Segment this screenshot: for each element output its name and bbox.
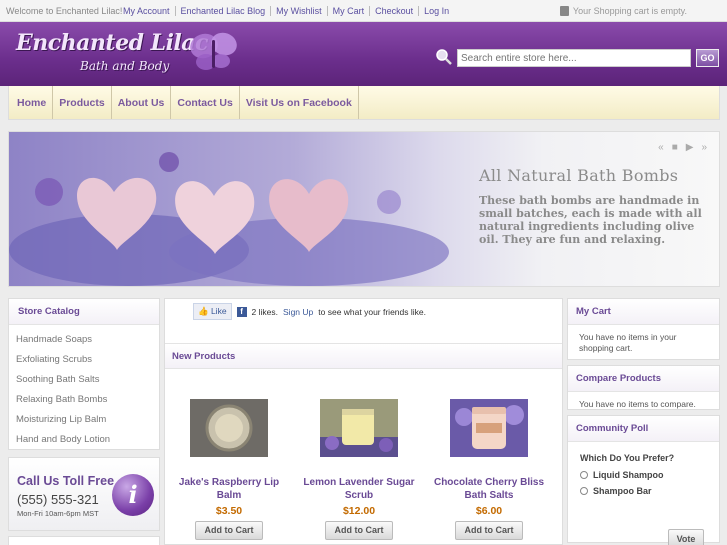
poll-question: Which Do You Prefer?: [580, 453, 675, 463]
lip-balm-image[interactable]: [190, 399, 268, 457]
left-sidebar-box: [8, 536, 160, 545]
site-header: Enchanted Lilac Bath and Body GO: [0, 22, 727, 86]
nav-about-us[interactable]: About Us: [112, 86, 172, 119]
product-card: Chocolate Cherry Bliss Bath Salts $6.00 …: [429, 399, 549, 540]
facebook-suffix: to see what your friends like.: [318, 306, 426, 317]
left-sidebar: Store Catalog Handmade Soaps Exfoliating…: [8, 298, 160, 545]
product-card: Lemon Lavender Sugar Scrub $12.00 Add to…: [299, 399, 419, 540]
nav-contact-us[interactable]: Contact Us: [171, 86, 240, 119]
top-links: My Account Enchanted Lilac Blog My Wishl…: [123, 6, 454, 16]
search-icon: [436, 49, 452, 65]
blog-link[interactable]: Enchanted Lilac Blog: [174, 6, 271, 16]
poll-radio[interactable]: [580, 471, 588, 479]
nav-products[interactable]: Products: [53, 86, 112, 119]
product-card: Jake's Raspberry Lip Balm $3.50 Add to C…: [169, 399, 289, 540]
login-link[interactable]: Log In: [418, 6, 454, 16]
toll-free-heading: Call Us Toll Free: [17, 474, 115, 488]
compare-title: Compare Products: [568, 366, 719, 392]
catalog-item-scrubs[interactable]: Exfoliating Scrubs: [9, 350, 159, 370]
info-icon: i: [112, 474, 154, 516]
my-cart-text: You have no items in your shopping cart.: [579, 332, 677, 353]
facebook-signup-link[interactable]: Sign Up: [283, 307, 313, 317]
poll-option-label: Liquid Shampoo: [593, 470, 664, 480]
hero-banner[interactable]: All Natural Bath Bombs These bath bombs …: [8, 131, 720, 287]
poll-radio[interactable]: [580, 487, 588, 495]
toll-free-box: Call Us Toll Free (555) 555-321 Mon-Fri …: [8, 457, 160, 531]
toll-free-hours: Mon-Fri 10am-6pm MST: [17, 509, 99, 518]
site-logo[interactable]: Enchanted Lilac Bath and Body: [10, 26, 240, 82]
my-cart-link[interactable]: My Cart: [326, 6, 370, 16]
product-price: $3.50: [215, 505, 243, 517]
my-cart-title: My Cart: [568, 299, 719, 325]
product-name[interactable]: Chocolate Cherry Bliss Bath Salts: [429, 476, 549, 502]
poll-option-label: Shampoo Bar: [593, 486, 652, 496]
compare-text: You have no items to compare.: [579, 399, 696, 409]
catalog-item-lip-balm[interactable]: Moisturizing Lip Balm: [9, 410, 159, 430]
banner-title: All Natural Bath Bombs: [479, 166, 679, 185]
prev-slide-icon[interactable]: «: [658, 142, 664, 153]
add-to-cart-button[interactable]: Add to Cart: [195, 521, 263, 540]
facebook-like-bar: 👍 Like f 2 likes. Sign Up to see what yo…: [193, 303, 426, 320]
logo-subtitle: Bath and Body: [80, 59, 170, 73]
wishlist-link[interactable]: My Wishlist: [270, 6, 327, 16]
poll-option[interactable]: Shampoo Bar: [580, 486, 652, 496]
catalog-item-soaps[interactable]: Handmade Soaps: [9, 330, 159, 350]
add-to-cart-button[interactable]: Add to Cart: [325, 521, 393, 540]
product-name[interactable]: Jake's Raspberry Lip Balm: [169, 476, 289, 502]
my-account-link[interactable]: My Account: [123, 6, 175, 16]
logo-title: Enchanted Lilac: [16, 30, 208, 56]
compare-box: Compare Products You have no items to co…: [567, 365, 720, 410]
poll-option[interactable]: Liquid Shampoo: [580, 470, 664, 480]
nav-facebook[interactable]: Visit Us on Facebook: [240, 86, 359, 119]
catalog-item-bath-bombs[interactable]: Relaxing Bath Bombs: [9, 390, 159, 410]
next-slide-icon[interactable]: »: [701, 142, 707, 153]
search-go-button[interactable]: GO: [696, 49, 719, 67]
vote-button[interactable]: Vote: [668, 529, 704, 545]
add-to-cart-button[interactable]: Add to Cart: [455, 521, 523, 540]
new-products-title: New Products: [165, 343, 562, 369]
nav-home[interactable]: Home: [11, 86, 54, 119]
store-catalog: Store Catalog Handmade Soaps Exfoliating…: [8, 298, 160, 450]
community-poll: Community Poll Which Do You Prefer? Liqu…: [567, 415, 720, 545]
banner-text: These bath bombs are handmade in small b…: [479, 194, 702, 246]
stop-slide-icon[interactable]: ■: [672, 142, 678, 153]
product-name[interactable]: Lemon Lavender Sugar Scrub: [299, 476, 419, 502]
product-price: $6.00: [475, 505, 503, 517]
bath-bombs-image: [9, 152, 449, 286]
facebook-like-label: Like: [210, 306, 227, 316]
top-bar: Welcome to Enchanted Lilac! My Account E…: [0, 0, 727, 22]
catalog-item-bath-salts[interactable]: Soothing Bath Salts: [9, 370, 159, 390]
butterfly-icon: [190, 32, 237, 70]
right-sidebar: My Cart You have no items in your shoppi…: [567, 298, 720, 545]
slider-controls: « ■ ▶ »: [658, 142, 707, 153]
play-slide-icon[interactable]: ▶: [686, 142, 694, 153]
product-price: $12.00: [342, 505, 376, 517]
welcome-message: Welcome to Enchanted Lilac!: [6, 6, 123, 16]
store-catalog-title: Store Catalog: [9, 299, 159, 325]
bath-salts-image[interactable]: [450, 399, 528, 457]
toll-free-number: (555) 555-321: [17, 492, 99, 507]
facebook-likes-count: 2 likes.: [251, 306, 279, 317]
sugar-scrub-image[interactable]: [320, 399, 398, 457]
catalog-item-lotion[interactable]: Hand and Body Lotion: [9, 430, 159, 450]
my-cart-box: My Cart You have no items in your shoppi…: [567, 298, 720, 360]
main-content: 👍 Like f 2 likes. Sign Up to see what yo…: [164, 298, 563, 545]
checkout-link[interactable]: Checkout: [369, 6, 418, 16]
poll-title: Community Poll: [568, 416, 719, 442]
search-input[interactable]: [457, 49, 691, 67]
main-nav: Home Products About Us Contact Us Visit …: [8, 86, 720, 120]
facebook-icon: f: [236, 306, 247, 317]
cart-status: Your Shopping cart is empty.: [559, 6, 687, 16]
facebook-like-button[interactable]: 👍 Like: [193, 303, 232, 320]
cart-icon: [559, 6, 569, 16]
cart-status-text: Your Shopping cart is empty.: [572, 6, 687, 16]
